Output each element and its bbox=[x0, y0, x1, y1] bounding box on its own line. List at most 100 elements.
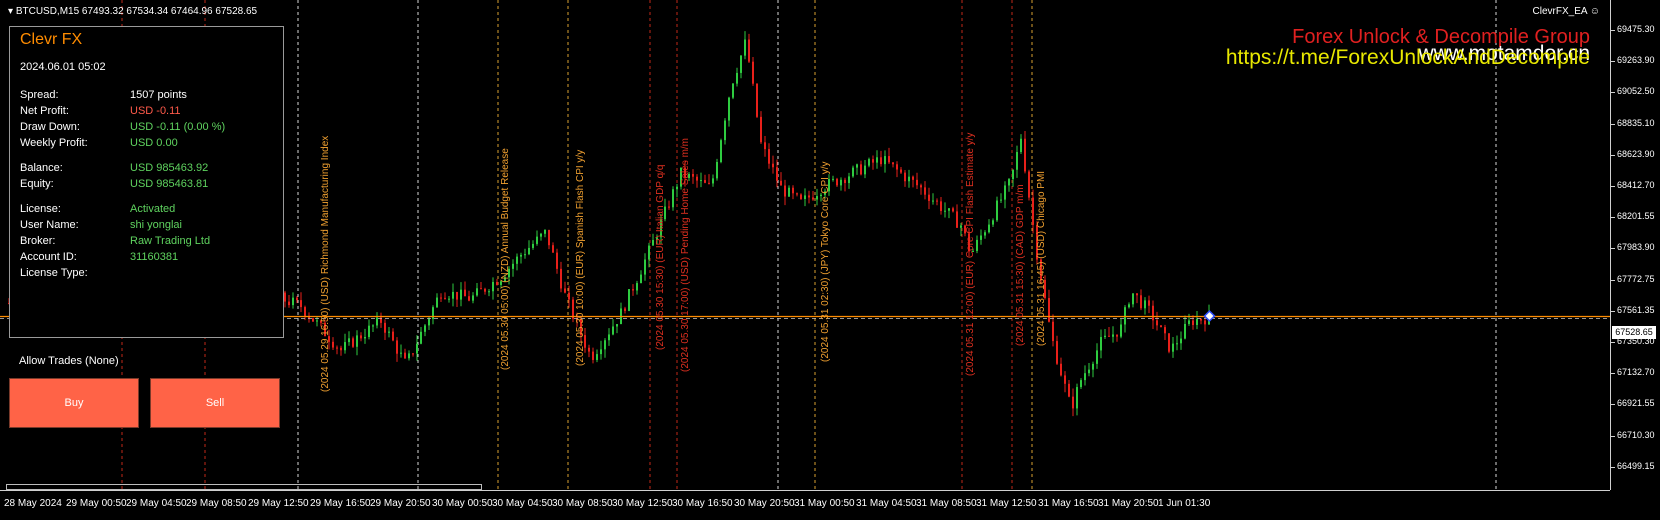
news-event-label: (2024 05.30 05:00) (NZD) Annual Budget R… bbox=[500, 148, 511, 370]
candle-body bbox=[492, 282, 494, 292]
news-event-label: (2024 05.30 10:00) (EUR) Spanish Flash C… bbox=[575, 149, 586, 366]
expert-advisor-label[interactable]: ClevrFX_EA ☺ bbox=[1533, 6, 1600, 17]
time-tick: 28 May 2024 bbox=[4, 498, 62, 509]
candle-body bbox=[652, 240, 654, 246]
candle-body bbox=[880, 157, 882, 165]
candle-body bbox=[1104, 335, 1106, 338]
candle-body bbox=[344, 342, 346, 351]
time-tick: 29 May 04:50 bbox=[126, 498, 187, 509]
candle-body bbox=[404, 352, 406, 359]
time-tick: 30 May 16:50 bbox=[672, 498, 733, 509]
news-event-label: (2024 05.31 02:30) (JPY) Tokyo Core CPI … bbox=[820, 161, 831, 362]
price-tick: 66921.55 bbox=[1611, 398, 1655, 409]
panel-row-key: Equity: bbox=[20, 178, 54, 190]
candle-body bbox=[1000, 199, 1002, 201]
candle-body bbox=[876, 157, 878, 163]
panel-row: License Type: bbox=[20, 267, 280, 281]
candle-body bbox=[732, 83, 734, 98]
candle-body bbox=[456, 291, 458, 300]
panel-row: Balance: USD 985463.92 bbox=[20, 162, 280, 176]
symbol-quote: BTCUSD,M15 67493.32 67534.34 67464.96 67… bbox=[15, 6, 258, 17]
candle-body bbox=[464, 289, 466, 297]
price-tick: 69263.90 bbox=[1611, 55, 1655, 66]
candle-body bbox=[560, 268, 562, 289]
panel-row-value: USD 985463.92 bbox=[130, 162, 209, 174]
candle-body bbox=[784, 185, 786, 197]
candle-body bbox=[1184, 323, 1186, 339]
time-tick: 30 May 12:50 bbox=[612, 498, 673, 509]
panel-row-key: Weekly Profit: bbox=[20, 137, 88, 149]
candle-body bbox=[436, 297, 438, 308]
candle-body bbox=[544, 229, 546, 234]
time-tick: 29 May 12:50 bbox=[248, 498, 309, 509]
time-tick: 29 May 16:50 bbox=[310, 498, 371, 509]
candle-body bbox=[908, 176, 910, 182]
candle-body bbox=[692, 174, 694, 177]
candle-body bbox=[1020, 138, 1022, 153]
symbol-header: ▾ BTCUSD,M15 67493.32 67534.34 67464.96 … bbox=[8, 6, 257, 17]
candle-body bbox=[1048, 298, 1050, 322]
panel-row: Weekly Profit: USD 0.00 bbox=[20, 137, 280, 151]
candle-body bbox=[736, 72, 738, 84]
price-axis[interactable]: 69475.30 69263.90 69052.50 68835.10 68623.90… bbox=[1610, 0, 1660, 490]
candle-body bbox=[432, 307, 434, 320]
chart-scrollbar[interactable] bbox=[6, 484, 482, 490]
candle-body bbox=[384, 322, 386, 333]
candle-body bbox=[1024, 138, 1026, 172]
candle-body bbox=[424, 325, 426, 332]
time-tick: 29 May 20:50 bbox=[370, 498, 431, 509]
price-tick: 69052.50 bbox=[1611, 86, 1655, 97]
candle-body bbox=[496, 282, 498, 285]
candle-body bbox=[528, 247, 530, 255]
time-axis[interactable]: 28 May 2024 29 May 00:50 29 May 04:50 29 Ma… bbox=[0, 490, 1610, 520]
candle-body bbox=[716, 161, 718, 179]
candle-body bbox=[772, 163, 774, 168]
candle-body bbox=[676, 186, 678, 190]
chart-window[interactable]: ▾ BTCUSD,M15 67493.32 67534.34 67464.96 … bbox=[0, 0, 1660, 520]
candle-body bbox=[416, 343, 418, 354]
candle-body bbox=[892, 162, 894, 165]
panel-title: Clevr FX bbox=[20, 31, 83, 48]
news-event-label: (2024 05.29 16:50) (USD) Richmond Manufa… bbox=[320, 135, 331, 392]
candle-body bbox=[592, 351, 594, 360]
current-price-tag: 67528.65 bbox=[1612, 326, 1656, 339]
panel-row: License: Activated bbox=[20, 203, 280, 217]
candle-body bbox=[1060, 363, 1062, 376]
candle-body bbox=[1136, 293, 1138, 296]
candle-body bbox=[284, 292, 286, 302]
candle-body bbox=[1012, 169, 1014, 180]
candle-body bbox=[744, 39, 746, 56]
candle-body bbox=[452, 291, 454, 299]
candle-body bbox=[992, 220, 994, 225]
candle-body bbox=[740, 55, 742, 73]
chart-menu-icon[interactable]: ▾ bbox=[8, 6, 13, 17]
sell-button[interactable]: Sell bbox=[150, 378, 280, 428]
candle-body bbox=[712, 178, 714, 184]
candle-body bbox=[288, 301, 290, 306]
candle-body bbox=[332, 341, 334, 348]
candle-body bbox=[460, 289, 462, 300]
candle-body bbox=[844, 179, 846, 184]
candle-body bbox=[912, 176, 914, 180]
candle-body bbox=[836, 178, 838, 186]
candle-body bbox=[1196, 318, 1198, 325]
candle-body bbox=[488, 291, 490, 293]
candle-body bbox=[336, 347, 338, 349]
panel-row: Account ID: 31160381 bbox=[20, 251, 280, 265]
candle-body bbox=[668, 206, 670, 208]
buy-button[interactable]: Buy bbox=[9, 378, 139, 428]
candle-body bbox=[616, 324, 618, 327]
panel-row-value: 31160381 bbox=[130, 251, 179, 263]
candle-body bbox=[516, 256, 518, 264]
candle-body bbox=[548, 229, 550, 246]
candle-body bbox=[1124, 307, 1126, 325]
candle-body bbox=[476, 288, 478, 296]
candle-body bbox=[776, 167, 778, 181]
candle-body bbox=[368, 325, 370, 337]
candle-body bbox=[1160, 325, 1162, 328]
candle-body bbox=[556, 252, 558, 269]
candle-body bbox=[720, 140, 722, 162]
candle-body bbox=[936, 200, 938, 202]
panel-row-key: Account ID: bbox=[20, 251, 77, 263]
candle-body bbox=[524, 254, 526, 256]
